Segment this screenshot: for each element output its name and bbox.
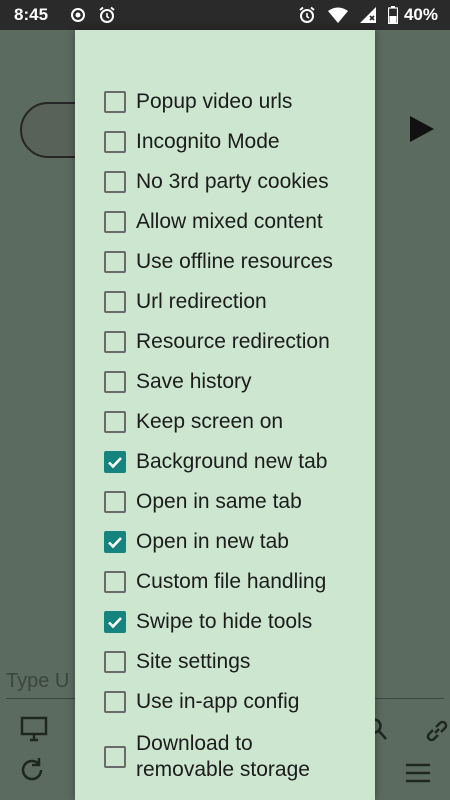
record-icon [70,7,86,23]
link-icon[interactable] [424,718,450,749]
menu-item-site-settings[interactable]: Site settings [75,642,375,682]
play-icon[interactable] [410,116,434,142]
checkbox-background-new-tab[interactable] [104,451,126,473]
menu-item-open-in-new-tab[interactable]: Open in new tab [75,522,375,562]
options-menu: Popup video urls Incognito Mode No 3rd par… [75,30,375,800]
checkbox-use-in-app-config[interactable] [104,691,126,713]
checkbox-use-offline-resources[interactable] [104,251,126,273]
menu-item-label: Incognito Mode [136,130,280,153]
menu-item-url-redirection[interactable]: Url redirection [75,282,375,322]
checkbox-open-in-new-tab[interactable] [104,531,126,553]
menu-icon[interactable] [404,762,432,789]
menu-item-label: Download to removable storage [136,731,310,783]
menu-item-label: Swipe to hide tools [136,610,313,633]
menu-item-open-in-same-tab[interactable]: Open in same tab [75,482,375,522]
signal-icon [359,7,376,23]
menu-item-label: Allow mixed content [136,210,323,233]
menu-item-label: Url redirection [136,290,267,313]
refresh-icon[interactable] [18,756,46,789]
menu-item-label: Background new tab [136,450,328,473]
battery-percent: 40% [403,5,438,24]
alarm-icon [98,6,116,24]
battery-icon [387,6,398,24]
menu-item-label: Open in same tab [136,490,302,513]
menu-item-label-line-2: removable storage [136,758,310,781]
checkbox-swipe-to-hide-tools[interactable] [104,611,126,633]
menu-item-download-to-removable-storage[interactable]: Download to removable storage [75,722,375,792]
menu-item-save-history[interactable]: Save history [75,362,375,402]
menu-item-label: Site settings [136,650,251,673]
menu-item-label: No 3rd party cookies [136,170,329,193]
menu-item-label-line-1: Download to [136,732,253,755]
options-list: Popup video urls Incognito Mode No 3rd par… [75,82,375,792]
menu-item-keep-screen-on[interactable]: Keep screen on [75,402,375,442]
menu-item-label: Popup video urls [136,90,293,113]
menu-item-background-new-tab[interactable]: Background new tab [75,442,375,482]
menu-item-incognito-mode[interactable]: Incognito Mode [75,122,375,162]
menu-item-label: Keep screen on [136,410,284,433]
checkbox-no-3rd-party-cookies[interactable] [104,171,126,193]
menu-item-label: Use offline resources [136,250,333,273]
checkbox-open-in-same-tab[interactable] [104,491,126,513]
menu-item-label: Use in-app config [136,690,300,713]
menu-item-use-offline-resources[interactable]: Use offline resources [75,242,375,282]
menu-item-allow-mixed-content[interactable]: Allow mixed content [75,202,375,242]
checkbox-download-to-removable-storage[interactable] [104,746,126,768]
status-bar: 8:45 40% [0,0,450,30]
menu-item-swipe-to-hide-tools[interactable]: Swipe to hide tools [75,602,375,642]
menu-item-no-3rd-party-cookies[interactable]: No 3rd party cookies [75,162,375,202]
menu-item-label: Open in new tab [136,530,289,553]
menu-item-custom-file-handling[interactable]: Custom file handling [75,562,375,602]
checkbox-incognito-mode[interactable] [104,131,126,153]
url-input-placeholder[interactable]: Type U [6,670,69,693]
alarm-icon [298,6,316,24]
checkbox-keep-screen-on[interactable] [104,411,126,433]
checkbox-allow-mixed-content[interactable] [104,211,126,233]
checkbox-site-settings[interactable] [104,651,126,673]
menu-item-use-in-app-config[interactable]: Use in-app config [75,682,375,722]
menu-item-resource-redirection[interactable]: Resource redirection [75,322,375,362]
wifi-icon [327,7,348,23]
status-time: 8:45 [14,5,49,24]
menu-item-label: Save history [136,370,252,393]
menu-item-popup-video-urls[interactable]: Popup video urls [75,82,375,122]
checkbox-url-redirection[interactable] [104,291,126,313]
checkbox-custom-file-handling[interactable] [104,571,126,593]
menu-item-label: Resource redirection [136,330,330,353]
menu-item-label: Custom file handling [136,570,327,593]
checkbox-save-history[interactable] [104,371,126,393]
checkbox-resource-redirection[interactable] [104,331,126,353]
desktop-icon[interactable] [20,716,48,747]
checkbox-popup-video-urls[interactable] [104,91,126,113]
